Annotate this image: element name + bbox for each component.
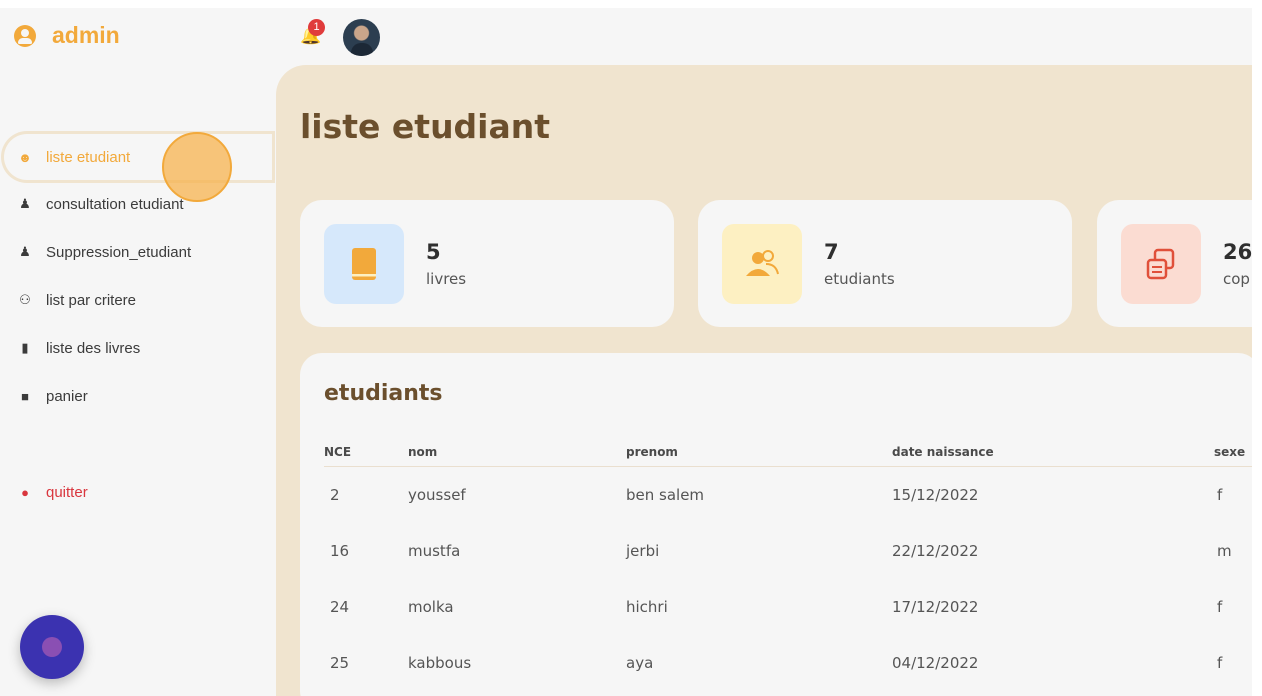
cell-sexe: f bbox=[1217, 654, 1223, 672]
cell-prenom: jerbi bbox=[626, 542, 660, 560]
cell-prenom: aya bbox=[626, 654, 654, 672]
user-check-icon: ♟ bbox=[19, 196, 31, 211]
table-title: etudiants bbox=[324, 381, 443, 406]
stat-card-etudiants: 7 etudiants bbox=[698, 200, 1072, 327]
book-icon bbox=[324, 223, 404, 304]
cell-nom: mustfa bbox=[408, 542, 461, 560]
users-icon: ☻ bbox=[18, 149, 32, 165]
sidebar-item-label: panier bbox=[46, 387, 88, 405]
stat-label: livres bbox=[426, 269, 467, 288]
main-content: liste etudiant 5 livres 7 etudiants 26 c… bbox=[276, 65, 1252, 696]
users-icon bbox=[722, 223, 802, 304]
books-icon: ▮ bbox=[21, 340, 29, 355]
cell-prenom: hichri bbox=[626, 598, 668, 616]
app-window: admin ☻ liste etudiant ♟ consultation et… bbox=[0, 8, 1252, 696]
sidebar-item-consultation-etudiant[interactable]: ♟ consultation etudiant bbox=[0, 180, 276, 228]
page-title: liste etudiant bbox=[300, 107, 551, 146]
stat-number: 7 bbox=[824, 239, 839, 264]
sidebar-item-label: consultation etudiant bbox=[46, 195, 184, 213]
column-header[interactable]: nom bbox=[408, 445, 626, 459]
column-header[interactable]: date naissance bbox=[892, 445, 1214, 459]
people-icon: ⚇ bbox=[19, 292, 31, 307]
students-table: NCE nom prenom date naissance sexe 2 you… bbox=[324, 437, 1252, 691]
cell-nom: youssef bbox=[408, 486, 466, 504]
cell-nom: molka bbox=[408, 598, 454, 616]
sidebar: admin ☻ liste etudiant ♟ consultation et… bbox=[0, 8, 276, 696]
cell-nom: kabbous bbox=[408, 654, 472, 672]
stat-card-livres: 5 livres bbox=[300, 200, 674, 327]
cell-date: 22/12/2022 bbox=[892, 542, 979, 560]
stat-number: 26 bbox=[1223, 239, 1252, 264]
column-header[interactable]: NCE bbox=[324, 445, 408, 459]
brand: admin bbox=[14, 22, 120, 49]
user-x-icon: ♟ bbox=[19, 244, 31, 259]
bag-icon: ■ bbox=[21, 388, 29, 404]
notification-badge: 1 bbox=[308, 19, 325, 36]
stop-icon: ● bbox=[21, 484, 29, 500]
stat-card-copies: 26 cop bbox=[1097, 200, 1252, 327]
brand-title: admin bbox=[52, 22, 120, 48]
avatar[interactable] bbox=[343, 19, 380, 56]
sidebar-item-label: quitter bbox=[46, 483, 88, 501]
stat-label: cop bbox=[1223, 269, 1250, 288]
sidebar-nav: ☻ liste etudiant ♟ consultation etudiant… bbox=[0, 134, 276, 516]
copies-icon bbox=[1121, 223, 1201, 304]
sidebar-item-label: liste etudiant bbox=[46, 148, 131, 166]
user-circle-icon bbox=[14, 24, 36, 47]
cell-nce: 2 bbox=[330, 486, 340, 504]
cell-date: 15/12/2022 bbox=[892, 486, 979, 504]
sidebar-item-suppression-etudiant[interactable]: ♟ Suppression_etudiant bbox=[0, 228, 276, 276]
table-row[interactable]: 2 youssef ben salem 15/12/2022 f bbox=[324, 467, 1252, 523]
cell-date: 17/12/2022 bbox=[892, 598, 979, 616]
click-indicator bbox=[162, 132, 232, 202]
cell-nce: 24 bbox=[330, 598, 350, 616]
table-row[interactable]: 16 mustfa jerbi 22/12/2022 m bbox=[324, 523, 1252, 579]
cell-nce: 16 bbox=[330, 542, 350, 560]
sidebar-item-list-par-critere[interactable]: ⚇ list par critere bbox=[0, 276, 276, 324]
table-row[interactable]: 24 molka hichri 17/12/2022 f bbox=[324, 579, 1252, 635]
cell-sexe: m bbox=[1217, 542, 1232, 560]
cell-date: 04/12/2022 bbox=[892, 654, 979, 672]
cell-prenom: ben salem bbox=[626, 486, 705, 504]
sidebar-item-liste-etudiant[interactable]: ☻ liste etudiant bbox=[4, 134, 272, 180]
sidebar-item-label: Suppression_etudiant bbox=[46, 243, 192, 261]
sidebar-item-label: list par critere bbox=[46, 291, 137, 309]
sidebar-item-quitter[interactable]: ● quitter bbox=[0, 468, 276, 516]
cell-sexe: f bbox=[1217, 598, 1223, 616]
table-row[interactable]: 25 kabbous aya 04/12/2022 f bbox=[324, 635, 1252, 691]
cell-sexe: f bbox=[1217, 486, 1223, 504]
column-header[interactable]: prenom bbox=[626, 445, 892, 459]
table-header: NCE nom prenom date naissance sexe bbox=[324, 437, 1252, 467]
sidebar-item-label: liste des livres bbox=[46, 339, 141, 357]
stat-label: etudiants bbox=[824, 269, 895, 288]
sidebar-item-panier[interactable]: ■ panier bbox=[0, 372, 276, 420]
floating-action-button[interactable] bbox=[20, 615, 84, 679]
stat-number: 5 bbox=[426, 239, 441, 264]
column-header[interactable]: sexe bbox=[1214, 445, 1252, 459]
sidebar-item-liste-des-livres[interactable]: ▮ liste des livres bbox=[0, 324, 276, 372]
cell-nce: 25 bbox=[330, 654, 350, 672]
students-table-card: etudiants NCE nom prenom date naissance … bbox=[300, 353, 1252, 696]
